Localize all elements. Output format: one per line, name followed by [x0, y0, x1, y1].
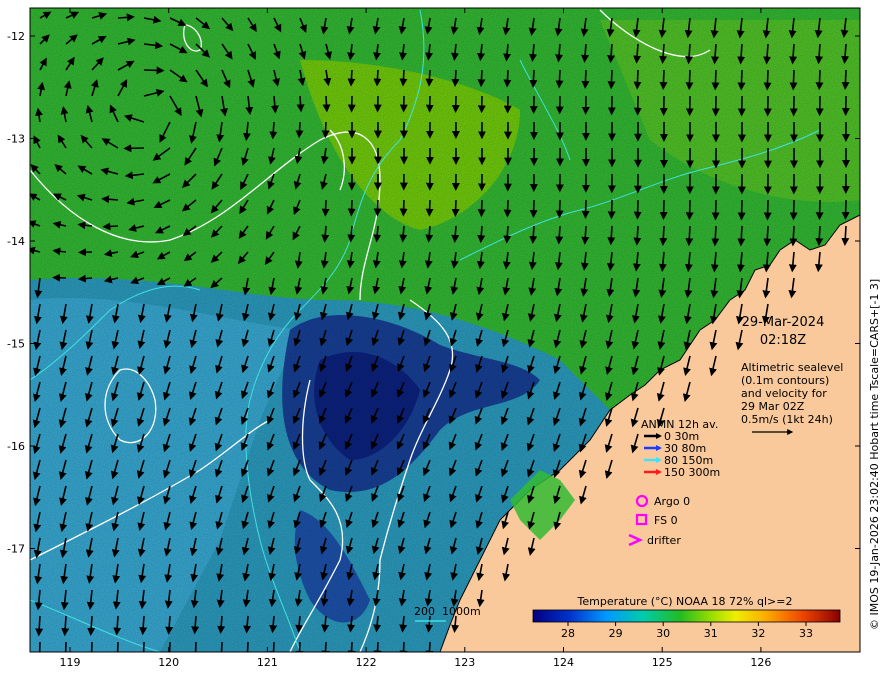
sst-map: 119 120 121 122 123 124 125 126 -12 -13 -14 -15 -16…: [7, 7, 880, 669]
anmn-item-label: 150 300m: [664, 466, 720, 479]
lon-tick-label: 124: [553, 656, 574, 669]
lon-tick-label: 125: [652, 656, 673, 669]
colorbar-tick-label: 33: [799, 627, 813, 640]
lat-tick-label: -13: [7, 133, 25, 146]
lat-tick-label: -16: [7, 440, 25, 453]
map-date: 29-Mar-2024: [742, 315, 825, 330]
svg-text:Altimetric sealevel: Altimetric sealevel: [741, 361, 843, 374]
lon-tick-label: 121: [257, 656, 278, 669]
colorbar-tick-label: 28: [561, 627, 575, 640]
svg-text:Temperature (°C) NOAA 18 72% q: Temperature (°C) NOAA 18 72% ql>=2: [577, 595, 793, 608]
svg-text:(0.1m contours): (0.1m contours): [741, 374, 829, 387]
lon-tick-label: 122: [356, 656, 377, 669]
lat-tick-label: -17: [7, 543, 25, 556]
lat-tick-label: -15: [7, 338, 25, 351]
svg-text:Argo 0: Argo 0: [654, 495, 690, 508]
side-credit: © IMOS 19-Jan-2026 23:02:40 Hobart time …: [868, 279, 880, 630]
lon-tick-label: 126: [750, 656, 771, 669]
map-time: 02:18Z: [760, 333, 806, 348]
svg-text:200: 200: [414, 605, 435, 618]
svg-text:and velocity for: and velocity for: [741, 387, 827, 400]
lat-tick-label: -12: [7, 30, 25, 43]
svg-text:drifter: drifter: [647, 534, 681, 547]
colorbar-tick-label: 31: [704, 627, 718, 640]
svg-text:1000m: 1000m: [442, 605, 481, 618]
svg-text:0.5m/s (1kt 24h): 0.5m/s (1kt 24h): [741, 413, 833, 426]
lon-tick-label: 119: [60, 656, 81, 669]
lon-tick-label: 123: [454, 656, 475, 669]
colorbar-tick-label: 29: [609, 627, 623, 640]
lon-tick-label: 120: [158, 656, 179, 669]
colorbar-tick-label: 32: [751, 627, 765, 640]
lat-tick-label: -14: [7, 235, 25, 248]
svg-text:FS 0: FS 0: [654, 514, 678, 527]
svg-text:29 Mar 02Z: 29 Mar 02Z: [741, 400, 805, 413]
colorbar-tick-label: 30: [656, 627, 670, 640]
